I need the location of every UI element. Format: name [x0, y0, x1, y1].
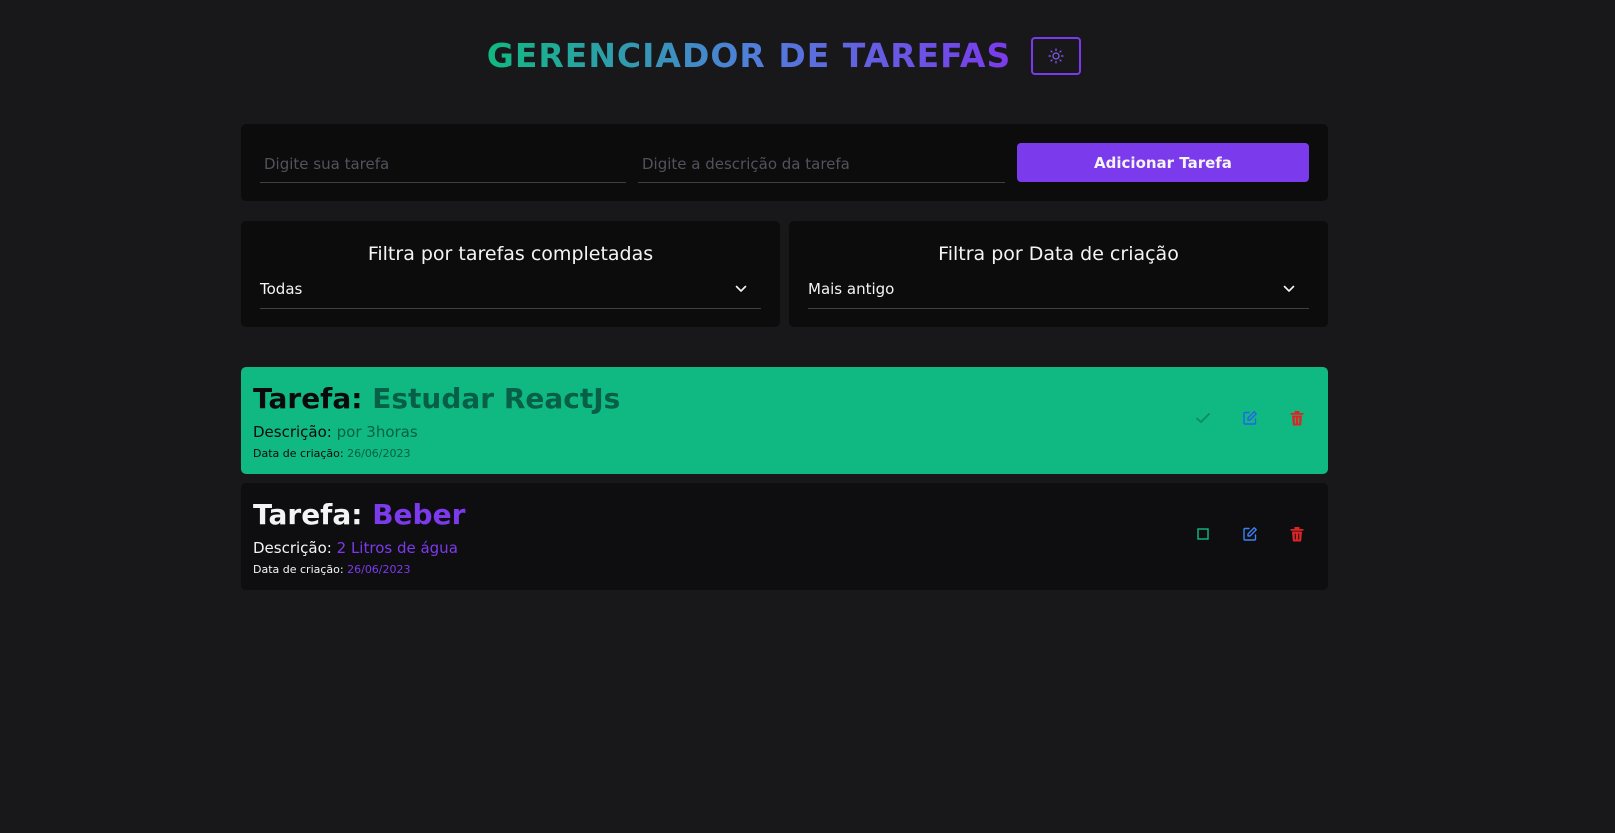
edit-button[interactable] [1239, 523, 1261, 545]
sun-icon [1048, 48, 1064, 64]
task-description-value: por 3horas [336, 423, 418, 441]
task-description-value: 2 Litros de água [336, 539, 458, 557]
date-filter-panel: Filtra por Data de criação Mais antigo [789, 221, 1328, 327]
delete-button[interactable] [1286, 407, 1308, 429]
completed-filter-panel: Filtra por tarefas completadas Todas [241, 221, 780, 327]
task-actions [1192, 523, 1308, 545]
chevron-down-icon [735, 285, 747, 292]
task-title-value: Estudar ReactJs [372, 382, 621, 415]
completed-filter-select[interactable]: Todas [260, 276, 761, 309]
task-date: Data de criação: 26/06/2023 [253, 563, 411, 576]
app-title: GERENCIADOR DE TAREFAS [486, 36, 1012, 75]
add-task-button[interactable]: Adicionar Tarefa [1017, 143, 1309, 182]
completed-filter-value: Todas [260, 280, 303, 298]
square-icon [1197, 528, 1209, 540]
check-icon [1196, 413, 1210, 423]
task-title: Tarefa: Estudar ReactJs [253, 381, 620, 417]
trash-icon [1290, 527, 1304, 542]
task-date: Data de criação: 26/06/2023 [253, 447, 411, 460]
edit-button[interactable] [1239, 407, 1261, 429]
edit-icon [1243, 411, 1257, 425]
edit-icon [1243, 527, 1257, 541]
add-task-form: Adicionar Tarefa [241, 124, 1328, 201]
complete-button[interactable] [1192, 407, 1214, 429]
task-description: Descrição: por 3horas [253, 423, 418, 441]
theme-toggle-button[interactable] [1031, 37, 1082, 75]
delete-button[interactable] [1286, 523, 1308, 545]
date-filter-label: Filtra por Data de criação [938, 243, 1179, 265]
header: GERENCIADOR DE TAREFAS [0, 36, 1568, 76]
task-actions [1192, 407, 1308, 429]
task-date-value: 26/06/2023 [347, 447, 411, 460]
date-filter-value: Mais antigo [808, 280, 895, 298]
task-title-input[interactable] [260, 145, 626, 183]
chevron-down-icon [1283, 285, 1295, 292]
date-filter-select[interactable]: Mais antigo [808, 276, 1309, 309]
task-date-label: Data de criação: [253, 563, 344, 576]
task-card: Tarefa: Estudar ReactJs Descrição: por 3… [241, 367, 1328, 474]
task-description-input[interactable] [638, 145, 1005, 183]
task-description-label: Descrição: [253, 423, 332, 441]
task-description: Descrição: 2 Litros de água [253, 539, 458, 557]
task-card: Tarefa: Beber Descrição: 2 Litros de águ… [241, 483, 1328, 590]
complete-button[interactable] [1192, 523, 1214, 545]
trash-icon [1290, 411, 1304, 426]
task-title: Tarefa: Beber [253, 497, 465, 533]
task-date-value: 26/06/2023 [347, 563, 411, 576]
task-title-label: Tarefa: [253, 382, 363, 415]
task-title-label: Tarefa: [253, 498, 363, 531]
task-title-value: Beber [372, 498, 466, 531]
task-date-label: Data de criação: [253, 447, 344, 460]
completed-filter-label: Filtra por tarefas completadas [367, 243, 654, 265]
task-description-label: Descrição: [253, 539, 332, 557]
